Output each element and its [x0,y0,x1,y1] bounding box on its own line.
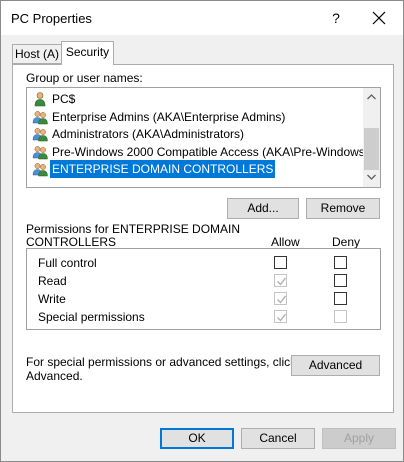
permission-row: Write [27,289,380,307]
list-scrollbar[interactable] [363,88,380,187]
list-item[interactable]: PC$ [30,90,363,108]
deny-checkbox[interactable] [334,274,347,287]
scroll-up-icon[interactable] [367,94,376,100]
close-button[interactable] [361,3,397,33]
deny-checkbox[interactable] [334,292,347,305]
allow-checkbox[interactable] [274,274,287,287]
allow-checkbox[interactable] [274,292,287,305]
add-button[interactable]: Add... [227,198,299,219]
user-group-icon [32,163,48,177]
deny-checkbox[interactable] [334,256,347,269]
user-group-icon [32,111,48,125]
permissions-header-line2: CONTROLLERS [26,235,117,249]
permission-name: Special permissions [38,310,145,324]
group-user-list[interactable]: PC$ Enterprise Admins (AKA\Enterprise Adm… [26,87,381,188]
permission-name: Read [38,274,67,288]
deny-checkbox[interactable] [334,310,347,323]
ok-button[interactable]: OK [160,428,234,449]
scrollbar-thumb[interactable] [364,128,379,170]
list-item[interactable]: Pre-Windows 2000 Compatible Access (AKA\… [30,143,380,161]
single-user-icon [34,92,46,107]
advanced-button[interactable]: Advanced [291,355,380,376]
permission-row: Full control [27,253,380,271]
deny-column-header: Deny [332,235,361,249]
advanced-hint-line2: Advanced. [26,369,83,383]
help-button[interactable]: ? [319,3,353,33]
cancel-button[interactable]: Cancel [241,428,315,449]
apply-button[interactable]: Apply [322,428,396,449]
permissions-header-line1: Permissions for ENTERPRISE DOMAIN [26,222,241,236]
permission-row: Special permissions [27,307,380,325]
list-item-label: ENTERPRISE DOMAIN CONTROLLERS [50,160,276,178]
remove-button[interactable]: Remove [306,198,380,219]
allow-column-header: Allow [271,235,300,249]
permissions-table: Full control Read Write Special permissions [26,248,381,330]
group-names-label: Group or user names: [26,71,143,85]
list-item-label: Enterprise Admins (AKA\Enterprise Admins… [52,110,286,124]
title-bar: PC Properties ? [1,1,403,35]
properties-dialog: PC Properties ? Host (A) Security Group … [0,0,404,462]
allow-checkbox[interactable] [274,256,287,269]
list-item-label: Pre-Windows 2000 Compatible Access (AKA\… [52,145,381,159]
close-icon [372,11,386,25]
list-item[interactable]: Administrators (AKA\Administrators) [30,125,363,143]
allow-checkbox[interactable] [274,310,287,323]
tab-host-a[interactable]: Host (A) [12,44,62,64]
permission-name: Write [38,292,66,306]
user-group-icon [32,146,48,160]
advanced-hint-line1: For special permissions or advanced sett… [26,355,297,369]
permission-name: Full control [38,256,97,270]
list-item[interactable]: Enterprise Admins (AKA\Enterprise Admins… [30,108,363,126]
permission-row: Read [27,271,380,289]
list-item[interactable]: ENTERPRISE DOMAIN CONTROLLERS [30,160,363,178]
list-item-label: Administrators (AKA\Administrators) [52,127,245,141]
window-title: PC Properties [11,11,92,26]
tab-security[interactable]: Security [61,41,114,65]
list-item-label: PC$ [52,92,76,106]
user-group-icon [32,128,48,142]
scroll-down-icon[interactable] [367,174,376,180]
